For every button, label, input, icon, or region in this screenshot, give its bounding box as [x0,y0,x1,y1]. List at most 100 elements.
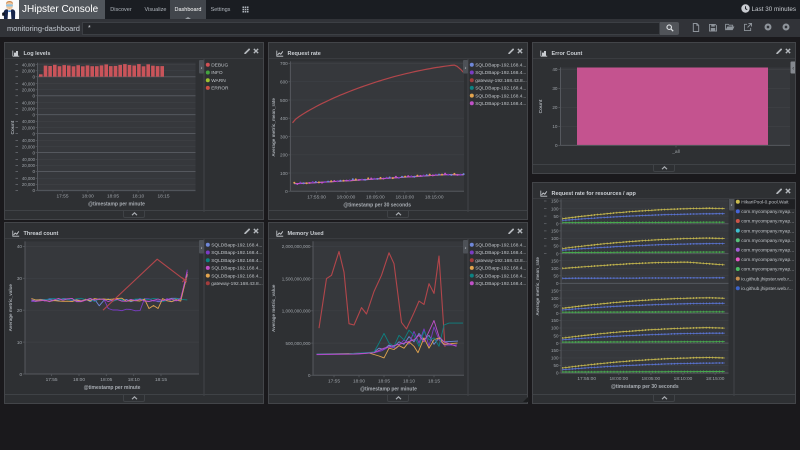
svg-text:50: 50 [553,274,559,279]
svg-text:0: 0 [556,371,559,376]
svg-text:0: 0 [285,189,288,194]
svg-text:SQLDBapp-192.168.4...: SQLDBapp-192.168.4... [475,243,526,249]
svg-text:io.github.jhipster.web.r...: io.github.jhipster.web.r... [741,276,792,282]
svg-text:SQLDBapp-192.168.4...: SQLDBapp-192.168.4... [475,281,526,287]
svg-text:0: 0 [32,131,35,136]
svg-text:20,000: 20,000 [22,88,36,93]
svg-text:18:00:00: 18:00:00 [337,194,356,200]
svg-text:com.mycompany.myap...: com.mycompany.myap... [741,239,794,244]
svg-text:20,000: 20,000 [22,144,36,149]
svg-text:SQLDBapp-192.168.4...: SQLDBapp-192.168.4... [475,86,526,92]
svg-text:20,000: 20,000 [22,106,36,111]
svg-text:›: › [465,246,467,252]
svg-text:20,000: 20,000 [22,163,36,168]
svg-text:gateway-192.168.43.8...: gateway-192.168.43.8... [475,258,526,264]
svg-text:18:15: 18:15 [157,193,169,199]
svg-text:SQLDBapp-192.168.4...: SQLDBapp-192.168.4... [475,70,526,76]
svg-text:gateway-192.168.43.8...: gateway-192.168.43.8... [211,281,262,287]
svg-text:18:00:00: 18:00:00 [609,376,628,382]
svg-text:100: 100 [551,296,559,301]
svg-text:18:10:00: 18:10:00 [395,194,414,200]
svg-text:150: 150 [551,258,559,263]
svg-text:18:10: 18:10 [128,377,140,383]
svg-text:150: 150 [551,199,559,204]
svg-text:18:15:00: 18:15:00 [706,376,725,382]
svg-text:Count: Count [538,99,544,113]
svg-text:com.mycompany.myap...: com.mycompany.myap... [741,258,794,263]
svg-text:40,000: 40,000 [22,157,36,162]
svg-text:18:15: 18:15 [428,378,440,384]
svg-text:30: 30 [17,276,23,281]
svg-text:50: 50 [553,363,559,368]
svg-text:0: 0 [32,150,35,155]
svg-text:17:55: 17:55 [56,193,68,199]
svg-text:0: 0 [556,221,559,226]
svg-text:io.github.jhipster.web.r...: io.github.jhipster.web.r... [741,286,792,292]
svg-text:17:55:00: 17:55:00 [577,376,596,382]
svg-text:100: 100 [551,206,559,211]
svg-text:1,000,000,000: 1,000,000,000 [282,309,311,314]
svg-text:17:55: 17:55 [328,378,340,384]
svg-text:50: 50 [553,244,559,249]
svg-text:100: 100 [280,171,288,176]
svg-text:30: 30 [552,86,558,91]
svg-text:0: 0 [556,281,559,286]
svg-text:100: 100 [551,236,559,241]
svg-text:100: 100 [551,266,559,271]
svg-text:17:55:00: 17:55:00 [307,194,326,200]
svg-text:0: 0 [556,341,559,346]
svg-text:Average metric_mean_rate: Average metric_mean_rate [535,257,540,316]
svg-text:_all: _all [671,149,679,155]
svg-text:0: 0 [32,94,35,99]
svg-text:150: 150 [551,288,559,293]
svg-text:18:15:00: 18:15:00 [425,194,444,200]
svg-text:20: 20 [17,308,23,313]
svg-text:Count: Count [10,120,16,134]
svg-text:300: 300 [280,134,288,139]
svg-text:com.mycompany.myap...: com.mycompany.myap... [741,220,794,225]
svg-text:40,000: 40,000 [22,138,36,143]
svg-text:40,000: 40,000 [22,100,36,105]
svg-text:@timestamp per minute: @timestamp per minute [84,385,141,391]
svg-text:SQLDBapp-192.168.4...: SQLDBapp-192.168.4... [475,266,526,272]
svg-text:100: 100 [551,326,559,331]
svg-text:Average metric_value: Average metric_value [271,284,276,332]
svg-text:com.mycompany.myap...: com.mycompany.myap... [741,229,794,234]
svg-text:150: 150 [551,229,559,234]
svg-text:18:00: 18:00 [353,378,365,384]
svg-text:700: 700 [280,61,288,66]
svg-text:0: 0 [19,372,22,377]
svg-text:SQLDBapp-192.168.4...: SQLDBapp-192.168.4... [475,63,526,69]
svg-text:0: 0 [32,75,35,80]
svg-text:40,000: 40,000 [22,119,36,124]
svg-text:17:55: 17:55 [46,377,58,383]
svg-text:Average metric_mean_rate: Average metric_mean_rate [271,98,276,157]
svg-text:SQLDBapp-192.168.4...: SQLDBapp-192.168.4... [211,250,262,256]
svg-text:SQLDBapp-192.168.4...: SQLDBapp-192.168.4... [211,258,262,264]
svg-text:›: › [465,66,467,72]
svg-text:DEBUG: DEBUG [211,63,228,69]
svg-text:20: 20 [552,105,558,110]
svg-text:40: 40 [17,244,23,249]
svg-text:50: 50 [553,333,559,338]
svg-text:ERROR: ERROR [211,86,229,92]
svg-text:500: 500 [280,98,288,103]
svg-text:18:05: 18:05 [107,193,119,199]
svg-text:com.mycompany.myap...: com.mycompany.myap... [741,268,794,273]
svg-text:gateway-192.168.43.8...: gateway-192.168.43.8... [475,78,526,84]
svg-text:›: › [201,246,203,252]
svg-text:1,500,000,000: 1,500,000,000 [282,276,311,281]
svg-text:›: › [731,203,733,209]
svg-text:100: 100 [551,356,559,361]
svg-text:150: 150 [551,318,559,323]
svg-text:18:05: 18:05 [100,377,112,383]
svg-text:18:00: 18:00 [82,193,94,199]
svg-text:0: 0 [32,169,35,174]
svg-text:com.mycompany.myap...: com.mycompany.myap... [741,210,794,215]
svg-text:18:05:00: 18:05:00 [366,194,385,200]
svg-text:0: 0 [32,188,35,193]
svg-text:›: › [201,66,203,72]
svg-text:INFO: INFO [211,70,223,76]
svg-text:400: 400 [280,116,288,121]
svg-text:WARN: WARN [211,78,226,84]
